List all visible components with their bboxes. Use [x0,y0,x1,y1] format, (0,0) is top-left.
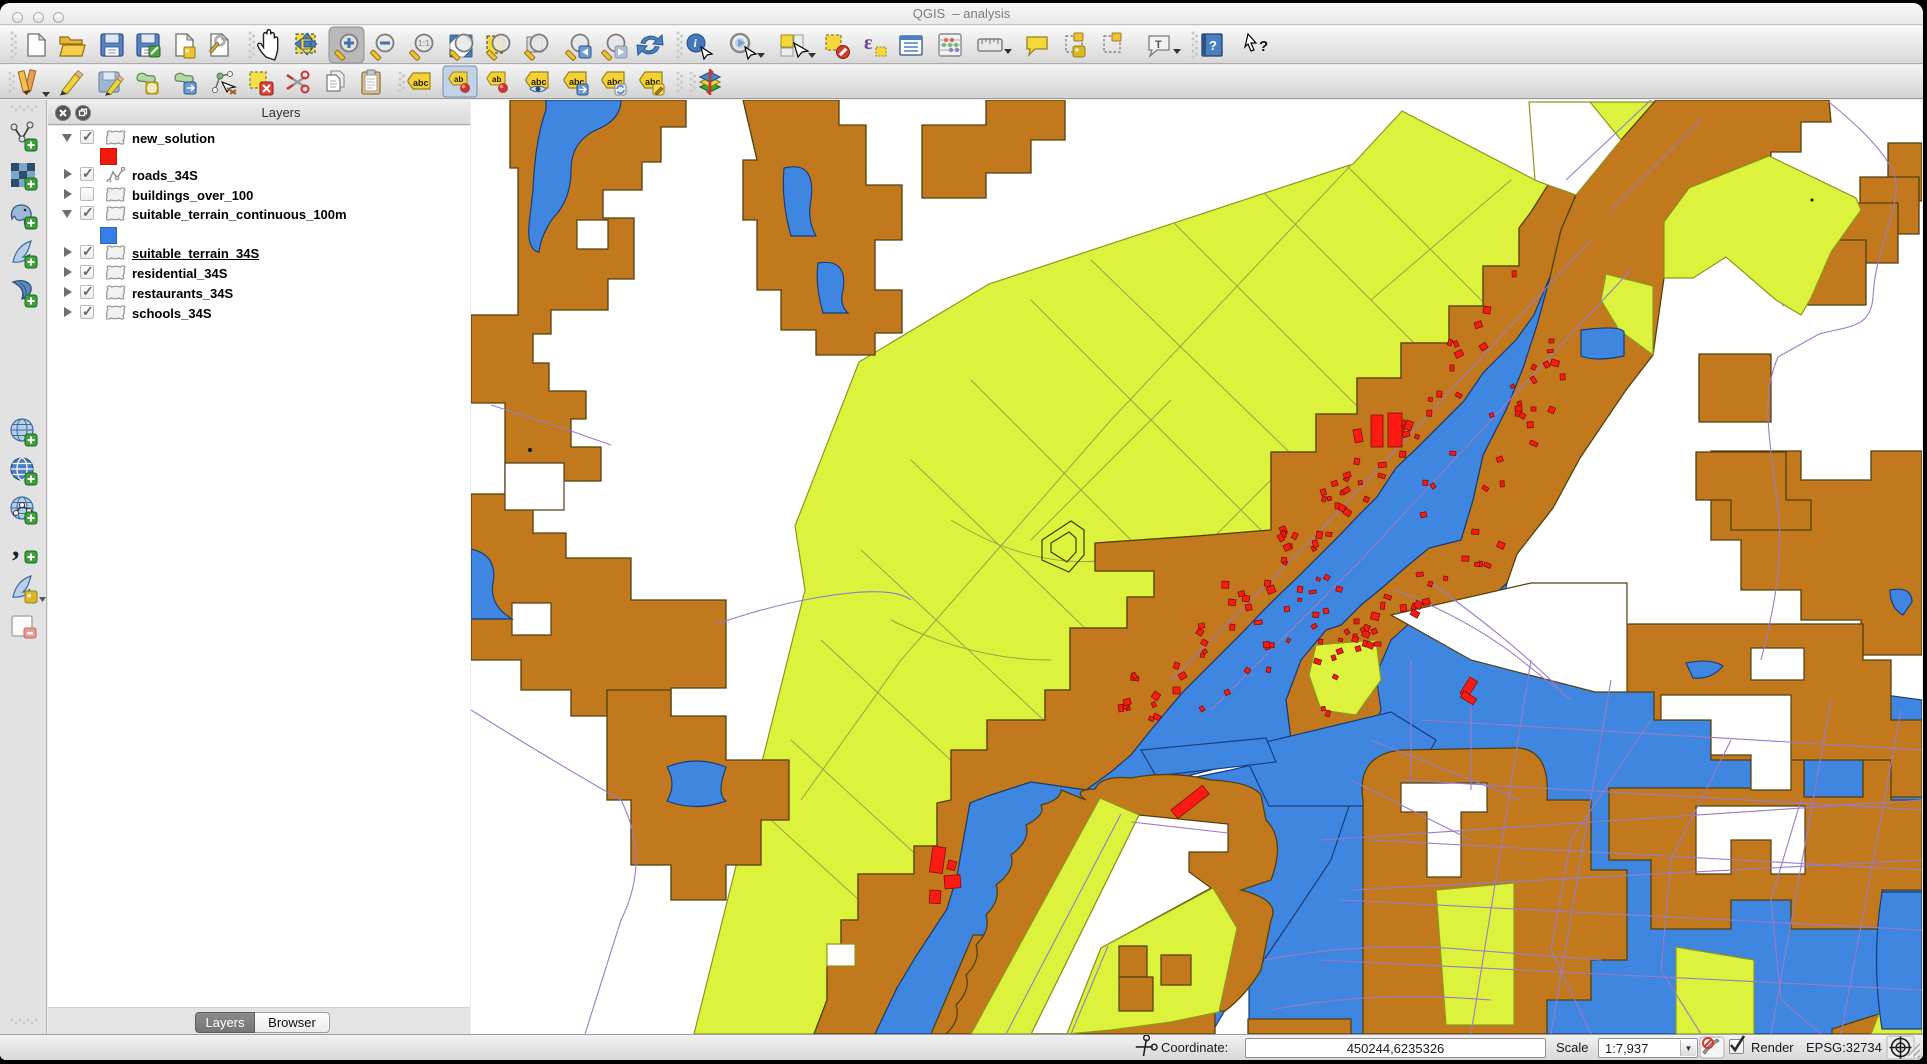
svg-text:*: * [185,48,189,59]
svg-text:ε: ε [864,32,873,54]
svg-text:1:1: 1:1 [418,39,430,48]
svg-text:*: * [27,592,32,604]
svg-text:,: , [12,530,20,563]
svg-text:T: T [1155,39,1162,51]
svg-text:?: ? [1259,38,1268,55]
svg-text:*: * [1075,47,1079,58]
svg-text:?: ? [1209,38,1217,53]
